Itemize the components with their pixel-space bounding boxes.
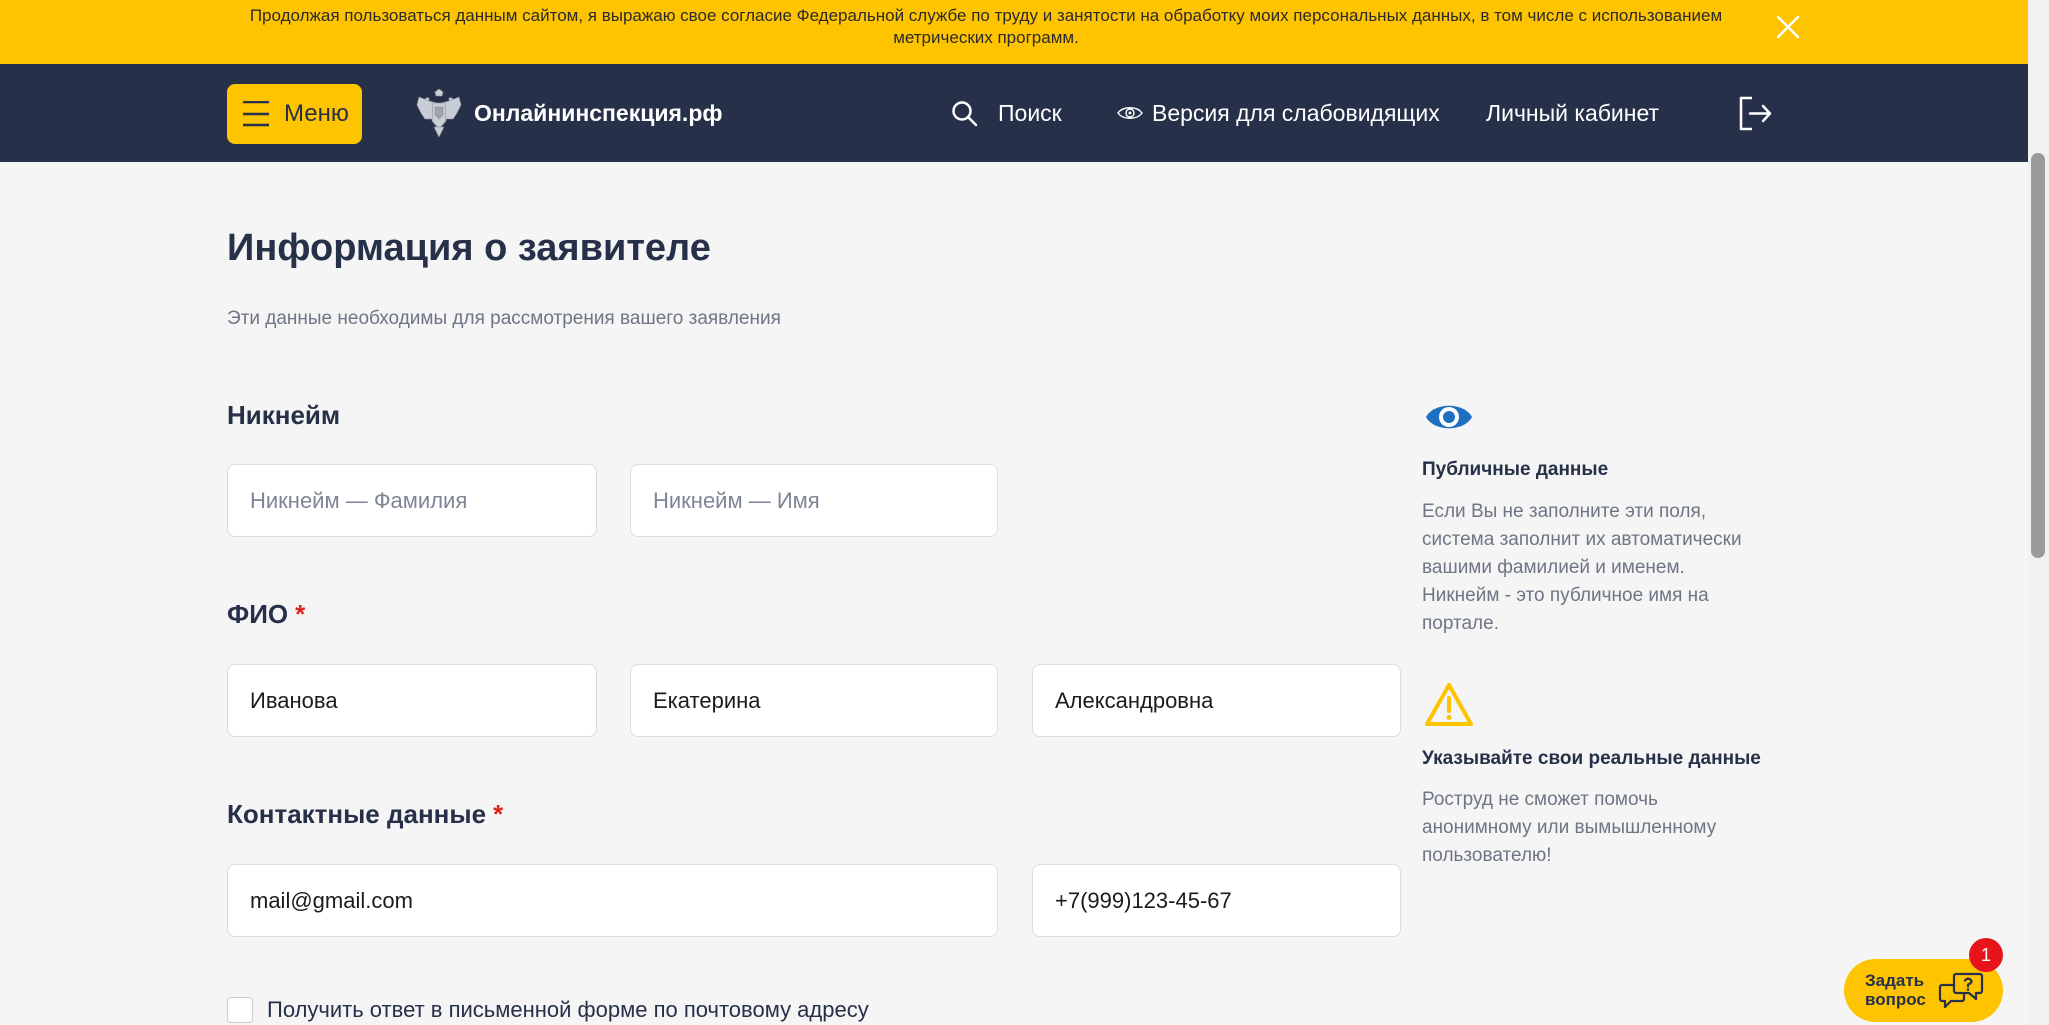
cookie-text-line-2: метрических программ.: [893, 28, 1079, 47]
cookie-text-line-1: Продолжая пользоваться данным сайтом, я …: [249, 6, 1723, 25]
chat-icon: [1938, 972, 1984, 1009]
site-header: Меню Онлайнинспекция.рф Поиск Версия для…: [0, 64, 2028, 162]
postal-answer-label[interactable]: Получить ответ в письменной форме по поч…: [267, 997, 869, 1023]
low-vision-button[interactable]: Версия для слабовидящих: [1117, 64, 1440, 162]
patronymic-input[interactable]: [1032, 664, 1401, 737]
real-data-text: Роструд не сможет помочь анонимному или …: [1422, 789, 1717, 866]
notification-badge: 1: [1969, 938, 2003, 972]
nickname-surname-input[interactable]: [227, 464, 597, 537]
personal-cabinet-link[interactable]: Личный кабинет: [1486, 64, 1659, 162]
email-field[interactable]: [227, 864, 998, 937]
ask-question-line-1: Задать: [1865, 971, 1925, 990]
required-mark: *: [493, 799, 504, 829]
menu-button[interactable]: Меню: [227, 84, 362, 144]
search-icon: [952, 100, 978, 126]
cookie-banner: Продолжая пользоваться данным сайтом, я …: [0, 0, 2028, 64]
warning-icon: [1425, 683, 1473, 726]
ask-question-label: Задать вопрос: [1865, 971, 1926, 1009]
emblem-icon[interactable]: [415, 89, 463, 139]
logout-button[interactable]: [1738, 64, 1772, 162]
page-subtitle: Эти данные необходимы для рассмотрения в…: [227, 308, 781, 329]
eye-icon: [1117, 107, 1143, 119]
page-title: Информация о заявителе: [227, 227, 711, 269]
scrollbar-thumb[interactable]: [2031, 153, 2045, 558]
public-data-text: Если Вы не заполните эти поля, система з…: [1422, 501, 1742, 634]
eye-icon: [1426, 405, 1472, 429]
real-data-title: Указывайте свои реальные данные: [1422, 748, 1761, 769]
hamburger-icon: [243, 101, 269, 127]
search-label: Поиск: [998, 99, 1062, 126]
menu-button-label: Меню: [284, 100, 349, 127]
search-button[interactable]: Поиск: [951, 64, 1062, 162]
nickname-heading: Никнейм: [227, 400, 341, 430]
page: Продолжая пользоваться данным сайтом, я …: [0, 0, 2049, 1025]
contacts-heading: Контактные данные *: [227, 798, 503, 830]
required-mark: *: [295, 599, 306, 629]
fio-heading: ФИО *: [227, 598, 305, 630]
ask-question-line-2: вопрос: [1865, 990, 1926, 1009]
postal-answer-checkbox[interactable]: [227, 997, 253, 1023]
surname-input[interactable]: [227, 664, 597, 737]
nickname-name-input[interactable]: [630, 464, 998, 537]
name-input[interactable]: [630, 664, 998, 737]
close-icon[interactable]: [1776, 15, 1800, 39]
public-data-title: Публичные данные: [1422, 459, 1609, 480]
contacts-heading-label: Контактные данные: [227, 799, 487, 829]
low-vision-label: Версия для слабовидящих: [1152, 99, 1440, 126]
cookie-banner-text: Продолжая пользоваться данным сайтом, я …: [0, 5, 1972, 49]
site-name-link[interactable]: Онлайнинспекция.рф: [474, 64, 723, 162]
logout-icon: [1739, 96, 1772, 130]
page-scrollbar[interactable]: [2028, 0, 2049, 1025]
fio-heading-label: ФИО: [227, 599, 289, 629]
phone-field[interactable]: [1032, 864, 1401, 937]
